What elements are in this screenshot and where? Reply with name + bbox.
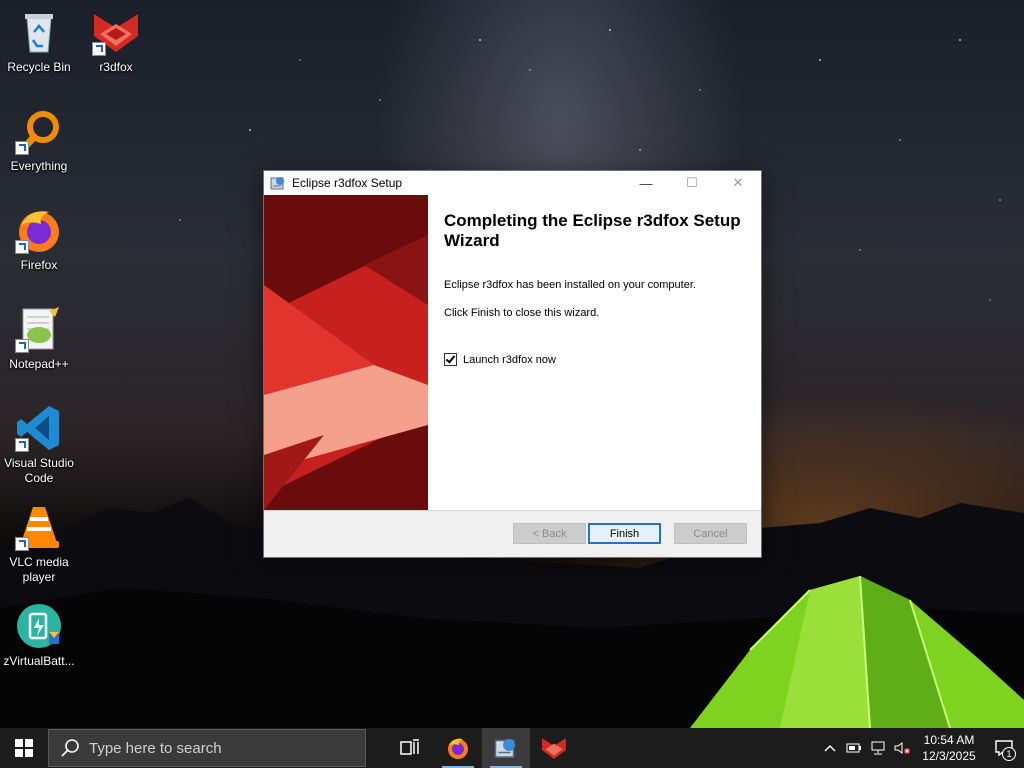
- desktop-icon-vlc[interactable]: VLC media player: [1, 503, 77, 585]
- desktop-icon-notepad-plus-plus[interactable]: Notepad++: [1, 305, 77, 372]
- notification-center-button[interactable]: 1: [984, 728, 1024, 768]
- recycle-bin-icon: [15, 8, 63, 56]
- windows-logo-icon: [15, 739, 33, 757]
- taskbar-search-box[interactable]: Type here to search: [48, 729, 366, 767]
- network-icon[interactable]: [866, 728, 890, 768]
- finish-button[interactable]: Finish: [588, 523, 661, 544]
- desktop-icon-label: Recycle Bin: [7, 60, 71, 74]
- desktop-icon-r3dfox[interactable]: r3dfox: [78, 8, 154, 75]
- r3dfox-icon: [92, 8, 140, 56]
- everything-search-icon: [15, 107, 63, 155]
- task-view-button[interactable]: [386, 728, 434, 768]
- launch-checkbox[interactable]: [444, 353, 457, 366]
- desktop-icon-label: Firefox: [20, 258, 58, 272]
- task-view-icon: [400, 739, 419, 755]
- maximize-button[interactable]: ☐: [669, 171, 715, 195]
- firefox-icon: [448, 738, 468, 759]
- taskbar: Type here to search 10:54 AM 12/3/2025 1: [0, 728, 1024, 768]
- volume-muted-icon[interactable]: [890, 728, 914, 768]
- taskbar-firefox[interactable]: [434, 728, 482, 768]
- taskbar-r3dfox[interactable]: [530, 728, 578, 768]
- footer-divider: [264, 510, 761, 511]
- wizard-content: Completing the Eclipse r3dfox Setup Wiza…: [444, 211, 749, 366]
- shortcut-arrow-icon: [15, 537, 29, 551]
- setup-installer-icon: [270, 175, 286, 191]
- close-button[interactable]: ✕: [715, 171, 761, 195]
- vscode-icon: [15, 404, 63, 452]
- launch-checkbox-row[interactable]: Launch r3dfox now: [444, 353, 749, 366]
- battery-icon[interactable]: [842, 728, 866, 768]
- minimize-button[interactable]: —: [623, 171, 669, 195]
- tent-illustration: [690, 575, 1024, 728]
- installed-message: Eclipse r3dfox has been installed on you…: [444, 279, 696, 291]
- setup-installer-icon: [494, 739, 515, 758]
- shortcut-arrow-icon: [15, 339, 29, 353]
- desktop-icon-everything[interactable]: Everything: [1, 107, 77, 174]
- taskbar-setup-installer[interactable]: [482, 728, 530, 768]
- clock-date: 12/3/2025: [922, 749, 976, 763]
- shortcut-arrow-icon: [92, 42, 106, 56]
- firefox-icon: [15, 206, 63, 254]
- shortcut-arrow-icon: [15, 438, 29, 452]
- desktop-icon-label: Everything: [10, 159, 68, 173]
- setup-wizard-dialog: Eclipse r3dfox Setup — ☐ ✕ Completing th…: [263, 170, 762, 558]
- dialog-title: Eclipse r3dfox Setup: [292, 176, 403, 190]
- close-instruction: Click Finish to close this wizard.: [444, 307, 600, 319]
- shortcut-arrow-icon: [15, 240, 29, 254]
- search-placeholder: Type here to search: [89, 739, 222, 757]
- system-tray: 10:54 AM 12/3/2025 1: [818, 728, 1024, 768]
- back-button[interactable]: < Back: [513, 523, 586, 544]
- virtual-battery-icon: [15, 602, 63, 650]
- desktop-icon-vscode[interactable]: Visual Studio Code: [1, 404, 77, 486]
- banner-artwork: [264, 195, 428, 510]
- wizard-heading: Completing the Eclipse r3dfox Setup Wiza…: [444, 211, 741, 250]
- system-clock[interactable]: 10:54 AM 12/3/2025: [914, 732, 984, 764]
- wizard-side-banner: [264, 195, 428, 510]
- chevron-up-icon[interactable]: [818, 728, 842, 768]
- shortcut-arrow-icon: [15, 141, 29, 155]
- desktop-icon-label: VLC media player: [9, 555, 69, 584]
- notification-count-badge: 1: [1002, 747, 1016, 761]
- desktop-icon-label: r3dfox: [99, 60, 133, 74]
- search-icon: [59, 737, 81, 759]
- dialog-body: Completing the Eclipse r3dfox Setup Wiza…: [264, 195, 761, 510]
- start-button[interactable]: [0, 728, 48, 768]
- dialog-titlebar[interactable]: Eclipse r3dfox Setup — ☐ ✕: [264, 171, 761, 195]
- cancel-button[interactable]: Cancel: [674, 523, 747, 544]
- r3dfox-icon: [542, 738, 566, 759]
- desktop-icon-virtual-battery[interactable]: zVirtualBatt...: [1, 602, 77, 669]
- clock-time: 10:54 AM: [923, 733, 975, 747]
- launch-checkbox-label[interactable]: Launch r3dfox now: [463, 354, 556, 366]
- desktop-icon-label: zVirtualBatt...: [3, 654, 75, 668]
- desktop-icon-firefox[interactable]: Firefox: [1, 206, 77, 273]
- vlc-icon: [15, 503, 63, 551]
- notepad-plus-plus-icon: [15, 305, 63, 353]
- desktop-icon-label: Visual Studio Code: [4, 456, 74, 485]
- desktop-icon-recycle-bin[interactable]: Recycle Bin: [1, 8, 77, 75]
- desktop-icon-label: Notepad++: [9, 357, 69, 371]
